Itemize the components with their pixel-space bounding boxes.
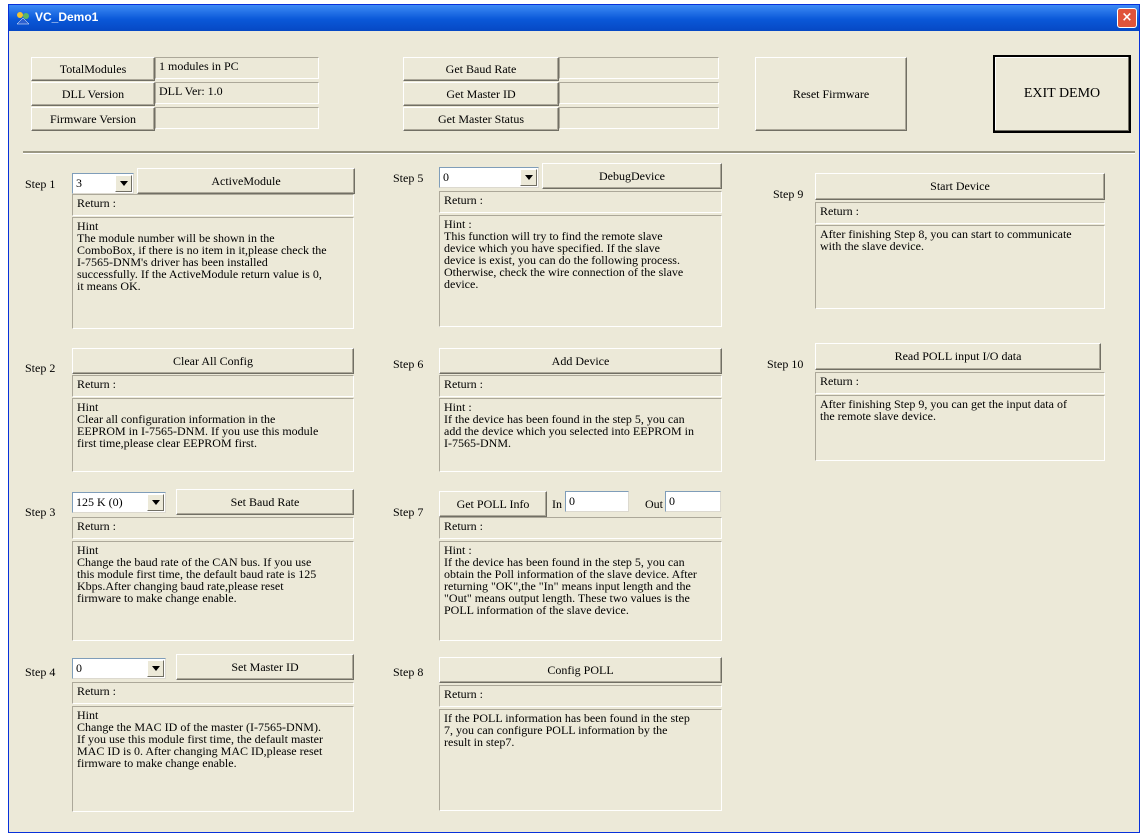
dll-version-value: DLL Ver: 1.0: [155, 82, 319, 104]
set-baud-rate-button[interactable]: Set Baud Rate: [176, 489, 354, 515]
firmware-version-button[interactable]: Firmware Version: [31, 107, 155, 131]
step-6-label: Step 6: [393, 357, 424, 371]
active-module-button[interactable]: ActiveModule: [137, 168, 355, 194]
step-8-hint: If the POLL information has been found i…: [439, 709, 722, 811]
poll-out-length-field[interactable]: 0: [665, 491, 721, 512]
chevron-down-icon[interactable]: [115, 175, 132, 192]
close-button[interactable]: ×: [1117, 8, 1137, 28]
firmware-version-value: [155, 107, 319, 129]
step-8-return: Return :: [439, 685, 722, 707]
read-poll-input-button[interactable]: Read POLL input I/O data: [815, 343, 1101, 370]
set-master-id-button[interactable]: Set Master ID: [176, 654, 354, 680]
step-1-return: Return :: [72, 194, 354, 216]
master-status-value: [559, 107, 719, 129]
chevron-down-icon[interactable]: [520, 169, 537, 186]
step-1-label: Step 1: [25, 177, 56, 191]
step-5-return: Return :: [439, 191, 722, 213]
reset-firmware-button[interactable]: Reset Firmware: [755, 57, 907, 131]
app-window: VC_Demo1 × TotalModules 1 modules in PC …: [8, 4, 1140, 833]
step-2-return: Return :: [72, 375, 354, 397]
in-label: In: [552, 497, 562, 511]
start-device-button[interactable]: Start Device: [815, 173, 1105, 200]
chevron-down-icon[interactable]: [147, 660, 164, 677]
step-4-hint: Hint Change the MAC ID of the master (I-…: [72, 706, 354, 812]
clear-all-config-button[interactable]: Clear All Config: [72, 348, 354, 374]
config-poll-button[interactable]: Config POLL: [439, 657, 722, 683]
chevron-down-icon[interactable]: [147, 494, 164, 511]
baud-rate-value: [559, 57, 719, 79]
master-id-combobox[interactable]: 0: [72, 658, 166, 679]
step-10-return: Return :: [815, 372, 1105, 394]
step-10-hint: After finishing Step 9, you can get the …: [815, 395, 1105, 461]
step-3-label: Step 3: [25, 505, 56, 519]
step-7-label: Step 7: [393, 505, 424, 519]
step-9-label: Step 9: [773, 187, 804, 201]
step-5-hint: Hint : This function will try to find th…: [439, 215, 722, 327]
step-4-return: Return :: [72, 682, 354, 704]
step-9-hint: After finishing Step 8, you can start to…: [815, 225, 1105, 309]
master-id-value: [559, 82, 719, 104]
step-5-label: Step 5: [393, 171, 424, 185]
step-2-label: Step 2: [25, 361, 56, 375]
exit-demo-button[interactable]: EXIT DEMO: [993, 55, 1131, 133]
step-7-hint: Hint : If the device has been found in t…: [439, 541, 722, 641]
get-master-status-button[interactable]: Get Master Status: [403, 107, 559, 131]
total-modules-value: 1 modules in PC: [155, 57, 319, 79]
window-title: VC_Demo1: [35, 10, 99, 24]
total-modules-button[interactable]: TotalModules: [31, 57, 155, 81]
module-combobox[interactable]: 3: [72, 173, 134, 194]
poll-in-length-field[interactable]: 0: [565, 491, 629, 512]
step-2-hint: Hint Clear all configuration information…: [72, 398, 354, 472]
step-6-return: Return :: [439, 375, 722, 397]
step-10-label: Step 10: [767, 357, 804, 371]
add-device-button[interactable]: Add Device: [439, 348, 722, 374]
step-1-hint: Hint The module number will be shown in …: [72, 217, 354, 329]
app-icon: [16, 12, 30, 25]
get-baud-rate-button[interactable]: Get Baud Rate: [403, 57, 559, 81]
device-combobox[interactable]: 0: [439, 167, 539, 188]
out-label: Out: [645, 497, 663, 511]
step-8-label: Step 8: [393, 665, 424, 679]
step-9-return: Return :: [815, 202, 1105, 224]
step-7-return: Return :: [439, 517, 722, 539]
step-4-label: Step 4: [25, 665, 56, 679]
baud-rate-combobox[interactable]: 125 K (0): [72, 492, 166, 513]
step-6-hint: Hint : If the device has been found in t…: [439, 398, 722, 472]
step-3-hint: Hint Change the baud rate of the CAN bus…: [72, 541, 354, 641]
section-divider: [23, 151, 1135, 154]
step-3-return: Return :: [72, 517, 354, 539]
get-poll-info-button[interactable]: Get POLL Info: [439, 491, 547, 517]
title-bar[interactable]: VC_Demo1 ×: [9, 5, 1139, 31]
dll-version-button[interactable]: DLL Version: [31, 82, 155, 106]
debug-device-button[interactable]: DebugDevice: [542, 163, 722, 189]
get-master-id-button[interactable]: Get Master ID: [403, 82, 559, 106]
